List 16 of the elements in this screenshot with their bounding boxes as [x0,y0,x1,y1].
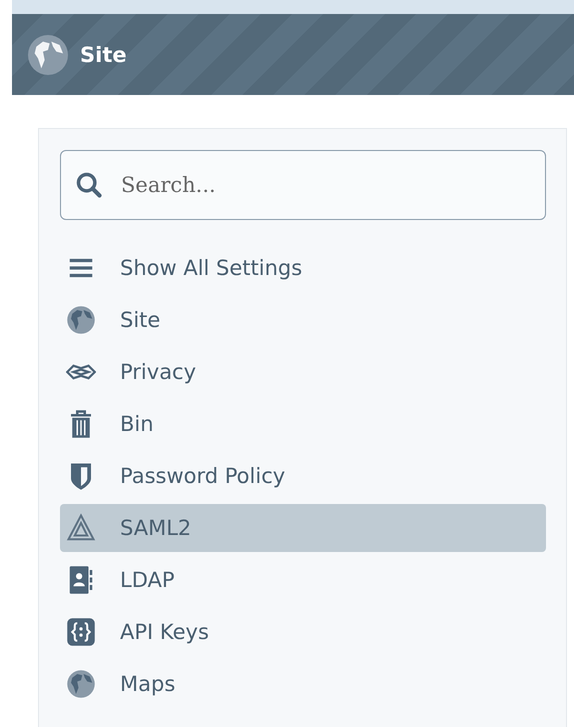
settings-menu-item[interactable]: Privacy [60,348,546,396]
settings-menu-item[interactable]: Bin [60,400,546,448]
triangle-icon [66,513,96,543]
globe-icon [66,669,96,699]
settings-menu-item[interactable]: SAML2 [60,504,546,552]
settings-menu-item[interactable]: Maps [60,660,546,708]
header-title: Site [80,42,127,66]
braces-icon [66,617,96,647]
search-field[interactable]: Search... [60,150,546,220]
settings-menu-item[interactable]: LDAP [60,556,546,604]
globe-icon [66,305,96,335]
settings-menu-item[interactable]: Site [60,296,546,344]
globe-icon [28,34,68,74]
settings-menu-item[interactable]: API Keys [60,608,546,656]
settings-menu-item[interactable]: Show All Settings [60,244,546,292]
settings-menu-item[interactable]: Password Policy [60,452,546,500]
